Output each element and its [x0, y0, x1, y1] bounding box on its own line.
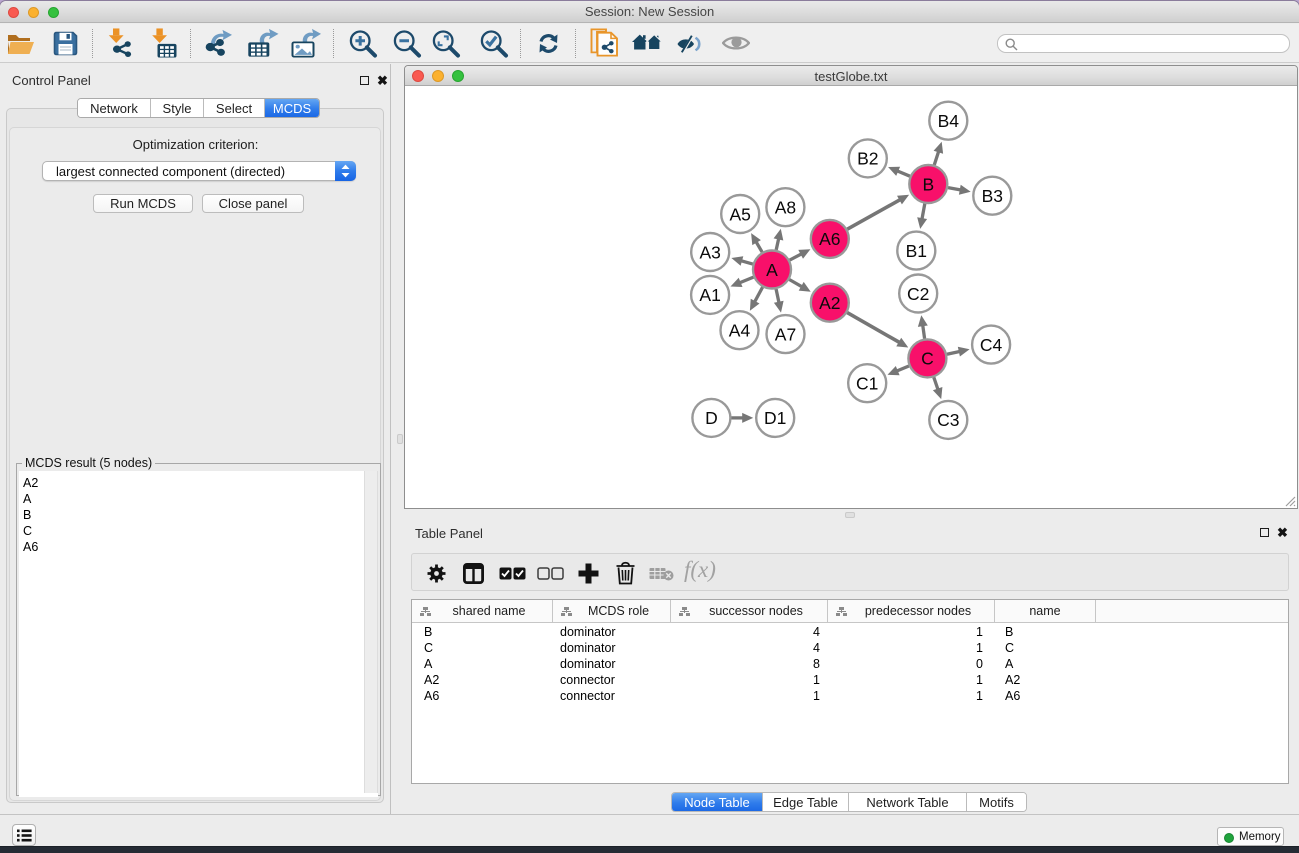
svg-text:A2: A2: [819, 293, 840, 313]
svg-text:A8: A8: [775, 198, 796, 218]
svg-text:B1: B1: [906, 241, 927, 261]
svg-text:A1: A1: [699, 285, 720, 305]
svg-text:A: A: [766, 260, 778, 280]
svg-text:A4: A4: [729, 321, 751, 341]
svg-text:B3: B3: [982, 186, 1003, 206]
svg-text:A5: A5: [729, 204, 750, 224]
svg-text:C4: C4: [980, 335, 1003, 355]
svg-text:B4: B4: [938, 111, 960, 131]
svg-text:C: C: [921, 349, 934, 369]
svg-text:C1: C1: [856, 374, 878, 394]
svg-text:D1: D1: [764, 408, 786, 428]
svg-text:D: D: [705, 408, 718, 428]
svg-text:A3: A3: [699, 242, 720, 262]
svg-text:C3: C3: [937, 410, 959, 430]
svg-text:C2: C2: [907, 284, 929, 304]
svg-text:B2: B2: [857, 149, 878, 169]
svg-text:B: B: [922, 174, 934, 194]
svg-text:A6: A6: [819, 229, 840, 249]
svg-text:A7: A7: [775, 324, 796, 344]
